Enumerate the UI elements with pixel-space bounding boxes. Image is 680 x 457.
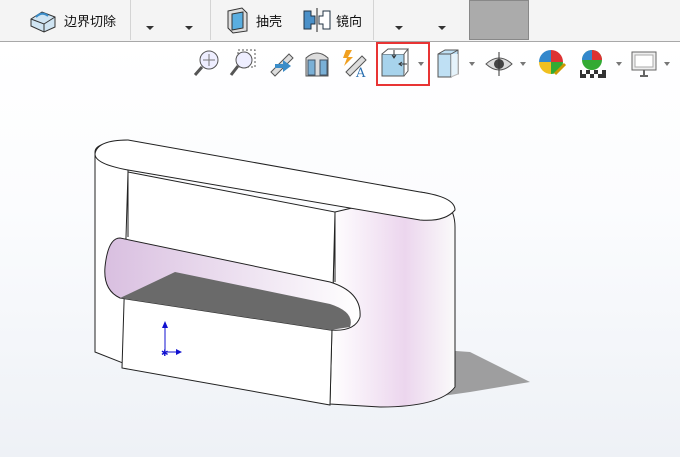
dropdown-arrow[interactable]: [185, 26, 193, 30]
mirror-button[interactable]: 镜向: [302, 6, 362, 34]
command-manager-toolbar: 边界切除 抽壳 镜向: [0, 0, 680, 42]
dropdown-arrow[interactable]: [395, 26, 403, 30]
shell-button[interactable]: 抽壳: [224, 6, 282, 34]
3d-model[interactable]: ✱: [0, 42, 680, 457]
boundary-cut-button[interactable]: 边界切除: [28, 6, 116, 34]
svg-text:✱: ✱: [161, 349, 169, 359]
shell-label: 抽壳: [256, 14, 283, 30]
mirror-icon: [303, 8, 331, 32]
boundary-cut-icon: [30, 11, 56, 33]
boundary-cut-label: 边界切除: [64, 14, 117, 30]
dropdown-arrow[interactable]: [438, 26, 446, 30]
shell-icon: [227, 7, 248, 34]
dropdown-arrow[interactable]: [146, 26, 154, 30]
mirror-label: 镜向: [336, 14, 363, 30]
toolbar-placeholder: [469, 0, 529, 40]
